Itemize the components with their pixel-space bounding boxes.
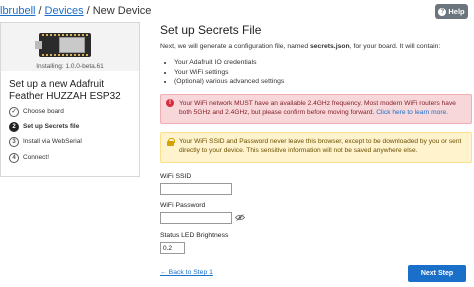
step-number: 3	[9, 136, 19, 147]
ssid-label: WiFi SSID	[160, 173, 192, 180]
list-item: (Optional) various advanced settings	[174, 77, 284, 87]
step-number: 2	[9, 121, 19, 132]
breadcrumb-separator: /	[38, 5, 42, 17]
secrets-filename: secrets.json	[310, 43, 350, 50]
step-install-webserial[interactable]: 3 Install via WebSerial	[1, 135, 139, 148]
password-label: WiFi Password	[160, 202, 206, 209]
back-to-step-1-link[interactable]: ← Back to Step 1	[160, 269, 213, 276]
next-step-button[interactable]: Next Step	[408, 265, 466, 282]
page-title: Set up Secrets File	[160, 23, 262, 37]
brightness-input[interactable]	[160, 242, 185, 254]
breadcrumb-separator: /	[86, 5, 90, 17]
step-label: Choose board	[23, 108, 64, 115]
board-title: Set up a new Adafruit Feather HUZZAH ESP…	[9, 79, 121, 102]
wifi-frequency-alert: ! Your WiFi network MUST have an availab…	[160, 94, 472, 124]
help-button-label: Help	[448, 7, 465, 16]
step-connect[interactable]: 4 Connect!	[1, 151, 139, 164]
learn-more-link[interactable]: Click here to learn more.	[376, 109, 448, 116]
exclamation-circle-icon: !	[166, 99, 174, 107]
step-label: Install via WebSerial	[23, 138, 82, 145]
brightness-label: Status LED Brightness	[160, 232, 229, 239]
intro-text: Next, we will generate a configuration f…	[160, 43, 441, 50]
breadcrumb-current: New Device	[92, 5, 152, 17]
breadcrumb-user-link[interactable]: lbrubell	[0, 5, 35, 17]
step-label: Set up Secrets file	[23, 123, 80, 130]
step-secrets-file[interactable]: 2 Set up Secrets file	[1, 120, 139, 133]
installing-version: Installing: 1.0.0-beta.61	[36, 63, 104, 70]
privacy-alert: Your WiFi SSID and Password never leave …	[160, 132, 472, 163]
board-image	[35, 33, 91, 57]
eye-slash-icon[interactable]	[235, 214, 245, 221]
list-item: Your WiFi settings	[174, 68, 284, 78]
question-circle-icon: ?	[438, 7, 447, 16]
ssid-input[interactable]	[160, 183, 232, 195]
help-button[interactable]: ? Help	[435, 4, 468, 19]
step-number: 4	[9, 152, 19, 163]
alert-text: Your WiFi SSID and Password never leave …	[179, 138, 462, 154]
step-choose-board[interactable]: ✓ Choose board	[1, 105, 139, 118]
password-input[interactable]	[160, 212, 232, 224]
breadcrumb: lbrubell / Devices / New Device	[0, 5, 151, 17]
sidebar: Installing: 1.0.0-beta.61 Set up a new A…	[0, 22, 140, 177]
breadcrumb-devices-link[interactable]: Devices	[45, 5, 84, 17]
step-label: Connect!	[23, 154, 50, 161]
check-icon: ✓	[9, 106, 19, 117]
contents-list: Your Adafruit IO credentials Your WiFi s…	[168, 58, 284, 87]
board-image-area: Installing: 1.0.0-beta.61	[1, 23, 139, 71]
lock-icon	[166, 138, 175, 146]
list-item: Your Adafruit IO credentials	[174, 58, 284, 68]
